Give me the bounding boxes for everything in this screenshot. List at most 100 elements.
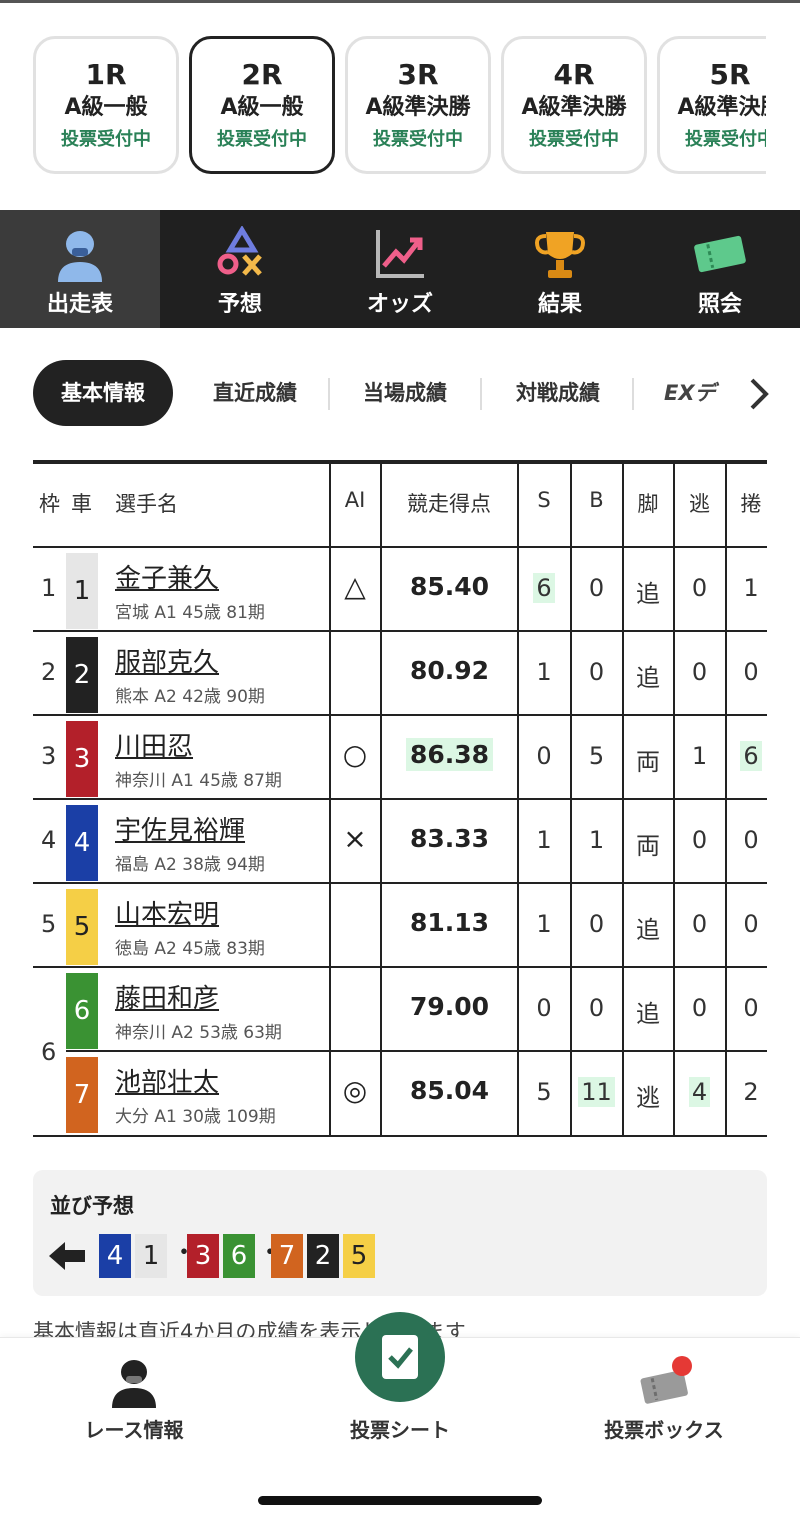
race-tabs: 1R A級一般 投票受付中 2R A級一般 投票受付中 3R A級準決勝 投票受… [0,36,766,176]
race-class: A級準決勝 [365,95,471,120]
racer-info: 福島 A2 38歳 94期 [115,855,265,875]
frame-number: 1 [41,574,57,602]
nige-count: 4 [674,1077,725,1107]
vote-sheet-fab[interactable] [355,1312,445,1402]
trophy-icon [535,232,585,278]
bottom-tab-label: レース情報 [84,1418,184,1442]
race-status: 投票受付中 [373,129,463,150]
leg-type: 追 [636,1000,660,1028]
b-count: 0 [588,574,605,602]
s-count: 0 [536,994,552,1022]
racer-info: 徳島 A2 45歳 83期 [115,939,265,959]
prediction-car: 6 [223,1234,255,1278]
subtab-matchup-results[interactable]: 対戦成績 [493,360,623,426]
nige-count: 0 [691,574,708,602]
race-score: 85.40 [381,572,518,601]
chevron-right-icon[interactable] [744,374,772,414]
ticket-box-icon [640,1356,692,1404]
race-status: 投票受付中 [61,129,151,150]
racer-info: 神奈川 A2 53歳 63期 [115,1023,282,1043]
race-score-value: 85.04 [409,1076,490,1105]
makuri-count: 0 [743,994,759,1022]
menu-item-result[interactable]: 結果 [480,210,640,328]
subtab-venue-results[interactable]: 当場成績 [340,360,470,426]
race-score-value: 86.38 [405,738,494,771]
racer-name-link[interactable]: 宇佐見裕輝 [115,810,245,847]
prediction-car: 5 [343,1234,375,1278]
racer-name-link[interactable]: 金子兼久 [115,558,219,595]
menu-item-inquiry[interactable]: 照会 [640,210,800,328]
ai-mark: ○ [342,738,368,771]
s-count: 1 [536,658,552,686]
makuri-count: 2 [743,1078,759,1106]
frame-number: 5 [41,910,57,938]
menu-item-entries[interactable]: 出走表 [0,210,160,328]
frame-number: 2 [41,658,57,686]
race-tab-4r[interactable]: 4R A級準決勝 投票受付中 [501,36,647,174]
racer-name-link[interactable]: 服部克久 [115,642,219,679]
prediction-icon [217,226,262,276]
car-number: 1 [66,553,98,629]
s-count: 0 [536,742,552,770]
racer-name-link[interactable]: 山本宏明 [115,894,219,931]
subtab-divider [328,378,330,410]
race-tab-1r[interactable]: 1R A級一般 投票受付中 [33,36,179,174]
odds-chart-icon [376,230,424,278]
leg-type: 追 [636,664,660,692]
check-sheet-icon [382,1335,418,1379]
racer-name-link[interactable]: 池部壮太 [115,1062,219,1099]
subtab-divider [480,378,482,410]
arrow-left-icon [49,1242,85,1270]
top-edge [0,0,800,3]
bottom-tab-race-info[interactable]: レース情報 [4,1338,264,1458]
bottom-tab-vote-box[interactable]: 投票ボックス [534,1338,794,1458]
race-score: 86.38 [381,738,518,771]
makuri-count: 0 [743,826,759,854]
menu-item-prediction[interactable]: 予想 [160,210,320,328]
race-tab-2r[interactable]: 2R A級一般 投票受付中 [189,36,335,174]
makuri-count: 1 [743,574,759,602]
bottom-tab-label: 投票ボックス [604,1418,724,1442]
race-score: 83.33 [381,824,518,853]
racer-info: 宮城 A1 45歳 81期 [115,603,265,623]
header-makuri: 捲 [740,492,762,516]
car-number: 6 [66,973,98,1049]
leg-type: 両 [636,832,660,860]
bottom-tab-label: 投票シート [350,1418,450,1442]
frame-number: 4 [41,826,57,854]
race-class: A級一般 [220,95,304,120]
nige-count: 0 [691,658,708,686]
race-score-value: 81.13 [409,908,490,937]
race-class: A級準決勝 [521,95,627,120]
race-tab-3r[interactable]: 3R A級準決勝 投票受付中 [345,36,491,174]
s-count: 1 [536,826,552,854]
subtab-basic-info[interactable]: 基本情報 [33,360,173,426]
frame-number: 3 [41,742,57,770]
header-nige: 逃 [689,492,710,516]
prediction-car: 7 [271,1234,303,1278]
menu-label: 結果 [537,292,582,317]
menu-item-odds[interactable]: オッズ [320,210,480,328]
race-status: 投票受付中 [217,129,307,150]
line-prediction-panel: 並び予想 4 1 ・ 3 6 ・ 7 2 5 [33,1170,767,1296]
ai-mark: △ [344,570,366,603]
row-divider [33,1135,767,1137]
b-count: 5 [588,742,605,770]
prediction-title: 並び予想 [50,1194,134,1218]
racer-name-link[interactable]: 川田忍 [115,726,193,763]
table-row: 2 2 服部克久 熊本 A2 42歳 90期 80.92 1 0 追 0 0 [33,632,767,716]
prediction-car: 2 [307,1234,339,1278]
subtab-ex-data[interactable]: EXデ [664,360,744,426]
race-score: 85.04 [381,1076,518,1105]
table-row: 7 池部壮太 大分 A1 30歳 109期 ◎ 85.04 5 11 逃 4 2 [33,1052,767,1136]
header-ai: AI [344,488,366,512]
header-name: 選手名 [115,492,178,516]
nige-count: 0 [691,826,708,854]
ticket-icon [694,235,746,273]
race-status: 投票受付中 [529,129,619,150]
makuri-count: 6 [726,741,767,771]
subtab-recent-results[interactable]: 直近成績 [190,360,320,426]
racer-name-link[interactable]: 藤田和彦 [115,978,219,1015]
race-tab-5r[interactable]: 5R A級準決勝 投票受付中 [657,36,766,174]
race-number: 2R [241,58,283,91]
